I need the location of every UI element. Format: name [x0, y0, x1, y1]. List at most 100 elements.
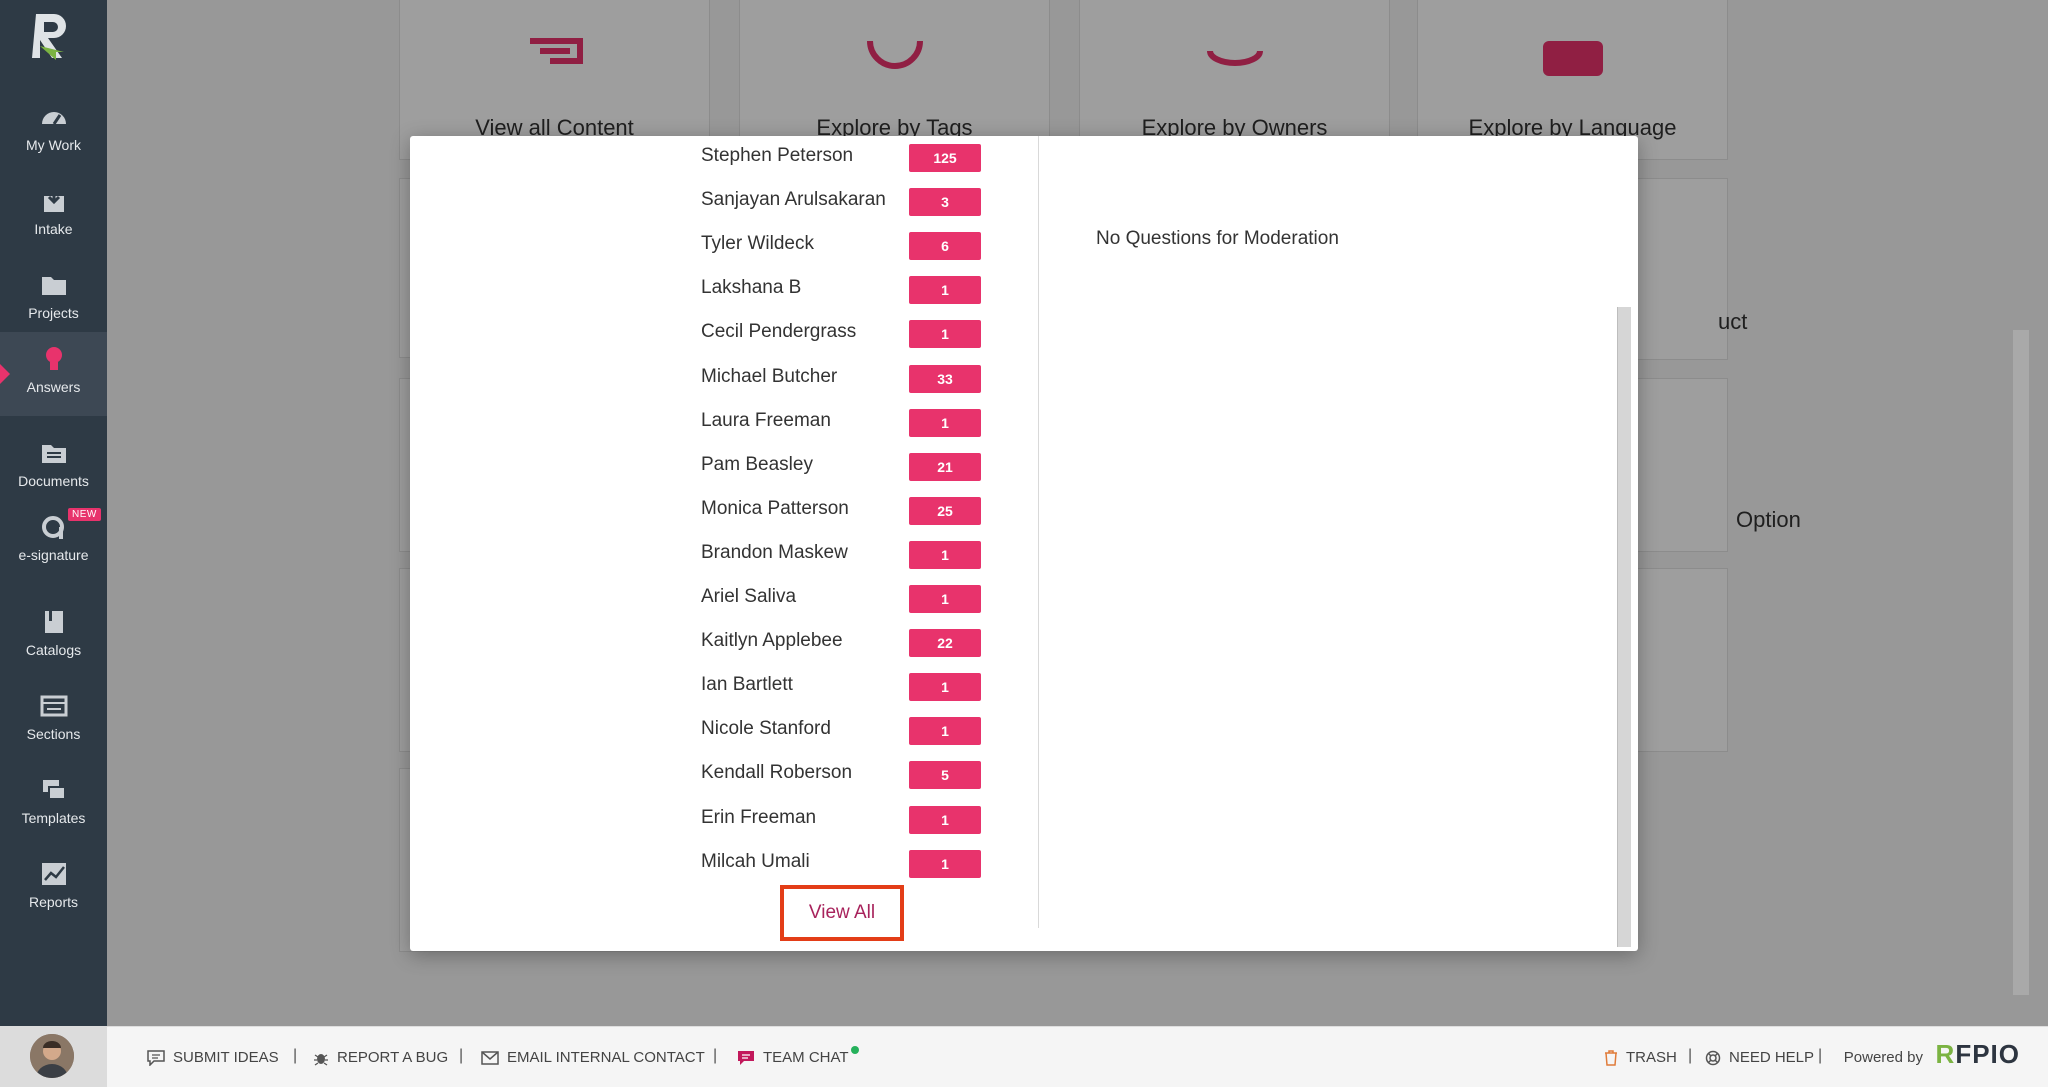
sidebar-item-label: Answers	[26, 379, 81, 395]
documents-folder-icon	[41, 445, 66, 463]
owner-name: Michael Butcher	[701, 365, 838, 387]
lightbulb-icon	[45, 347, 62, 370]
owner-row[interactable]: Sanjayan Arulsakaran 3	[701, 185, 1001, 217]
owner-count-badge[interactable]: 1	[909, 320, 981, 349]
owner-count-badge[interactable]: 1	[909, 805, 981, 834]
footer-separator: |	[1818, 1047, 1823, 1064]
owner-count-badge[interactable]: 3	[909, 188, 981, 217]
owner-count-badge[interactable]: 1	[909, 540, 981, 569]
help-lifebuoy-icon	[1705, 1050, 1721, 1065]
owner-count-badge[interactable]: 6	[909, 232, 981, 261]
need-help-label: NEED HELP	[1729, 1049, 1815, 1066]
projects-folder-icon	[41, 277, 66, 295]
new-badge: NEW	[68, 508, 101, 521]
sidebar-item-label: Sections	[26, 726, 81, 742]
sidebar-item-projects[interactable]: Projects	[0, 258, 107, 342]
sidebar-item-documents[interactable]: Documents	[0, 426, 107, 510]
report-bug-label: REPORT A BUG	[337, 1049, 449, 1066]
sidebar-item-label: Intake	[34, 221, 73, 237]
sidebar-item-answers[interactable]: Answers	[0, 332, 107, 416]
owner-count-badge[interactable]: 5	[909, 761, 981, 790]
chat-bubble-icon	[147, 1049, 165, 1066]
owner-name: Nicole Stanford	[701, 718, 831, 740]
owner-name: Sanjayan Arulsakaran	[701, 189, 886, 211]
owner-name: Laura Freeman	[701, 409, 831, 431]
explore-by-owners-modal: Stephen Peterson 125 Sanjayan Arulsakaran 3…	[410, 136, 1638, 951]
dashboard-icon	[41, 112, 66, 125]
owner-name: Ariel Saliva	[701, 586, 797, 607]
team-chat-link[interactable]: TEAM CHAT	[737, 1045, 865, 1066]
owner-row[interactable]: Kendall Roberson 5	[701, 758, 1001, 790]
owner-row[interactable]: Michael Butcher 33	[701, 362, 1001, 393]
sidebar-item-label: Projects	[28, 305, 79, 321]
owner-row[interactable]: Kaitlyn Applebee 22	[701, 626, 1001, 658]
owner-name: Tyler Wildeck	[701, 233, 814, 255]
owner-row[interactable]: Erin Freeman 1	[701, 803, 1001, 834]
catalogs-icon	[44, 611, 63, 633]
avatar-icon	[30, 1034, 74, 1078]
owner-count-badge[interactable]: 1	[909, 408, 981, 437]
page-scrollbar[interactable]	[2013, 330, 2029, 995]
sidebar-item-catalogs[interactable]: Catalogs	[0, 595, 107, 679]
owner-row[interactable]: Pam Beasley 21	[701, 450, 1001, 481]
submit-ideas-link[interactable]: SUBMIT IDEAS	[147, 1049, 279, 1066]
sidebar-item-label: Reports	[28, 894, 79, 910]
trash-link[interactable]: TRASH	[1604, 1049, 1677, 1066]
owner-name: Brandon Maskew	[701, 541, 848, 563]
sidebar-item-label: Documents	[18, 473, 89, 489]
owner-row[interactable]: Ian Bartlett 1	[701, 670, 1001, 702]
owner-row[interactable]: Stephen Peterson 125	[701, 141, 1001, 172]
owner-count-badge[interactable]: 22	[909, 629, 981, 658]
owner-row[interactable]: Laura Freeman 1	[701, 406, 1001, 437]
user-avatar[interactable]	[30, 1034, 74, 1078]
owner-row[interactable]: Nicole Stanford 1	[701, 714, 1001, 746]
owner-name: Monica Patterson	[701, 497, 849, 519]
sections-icon	[40, 695, 67, 717]
sidebar-item-intake[interactable]: Intake	[0, 174, 107, 258]
modal-scrollbar[interactable]	[1617, 307, 1631, 947]
owner-count-badge[interactable]: 1	[909, 849, 981, 878]
footer-separator: |	[293, 1047, 298, 1064]
powered-by-label: Powered by	[1843, 1049, 1923, 1066]
envelope-icon	[481, 1050, 499, 1065]
owner-count-badge[interactable]: 1	[909, 717, 981, 746]
owner-row[interactable]: Brandon Maskew 1	[701, 538, 1001, 569]
esignature-icon	[41, 516, 64, 539]
owner-count-badge[interactable]: 1	[909, 673, 981, 702]
need-help-link[interactable]: NEED HELP	[1705, 1049, 1814, 1066]
sidebar-item-my-work[interactable]: My Work	[0, 90, 107, 174]
owner-name: Stephen Peterson	[701, 145, 854, 166]
owner-count-badge[interactable]: 1	[909, 276, 981, 305]
sidebar-item-sections[interactable]: Sections	[0, 679, 107, 763]
owner-row[interactable]: Monica Patterson 25	[701, 494, 1001, 525]
footer-separator: |	[1688, 1047, 1693, 1064]
sidebar-item-templates[interactable]: Templates	[0, 763, 107, 847]
owner-name: Kendall Roberson	[701, 762, 853, 784]
owner-row[interactable]: Cecil Pendergrass 1	[701, 317, 1001, 349]
owner-row[interactable]: Tyler Wildeck 6	[701, 229, 1001, 261]
owner-row[interactable]: Milcah Umali 1	[701, 847, 1001, 878]
trash-icon	[1605, 1049, 1617, 1066]
owner-count-badge[interactable]: 25	[909, 496, 981, 525]
sidebar-item-label: My Work	[26, 137, 81, 153]
footer-separator: |	[459, 1047, 464, 1064]
sidebar-item-label: e-signature	[18, 547, 89, 563]
email-internal-contact-link[interactable]: EMAIL INTERNAL CONTACT	[481, 1049, 705, 1066]
sidebar-item-reports[interactable]: Reports	[0, 847, 107, 931]
report-bug-link[interactable]: REPORT A BUG	[313, 1049, 448, 1066]
owner-count-badge[interactable]: 125	[909, 144, 981, 172]
owner-row[interactable]: Lakshana B 1	[701, 273, 1001, 305]
reports-chart-icon	[41, 863, 66, 885]
online-status-dot	[850, 1045, 859, 1054]
owner-count-badge[interactable]: 33	[909, 364, 981, 393]
owner-count-badge[interactable]: 21	[909, 452, 981, 481]
sidebar-item-e-signature[interactable]: NEW e-signature	[0, 500, 107, 586]
sidebar-item-label: Catalogs	[25, 642, 82, 658]
view-all-button[interactable]: View All	[780, 885, 904, 941]
owner-row[interactable]: Ariel Saliva 1	[701, 582, 1001, 613]
templates-icon	[42, 780, 66, 800]
owner-name: Lakshana B	[701, 277, 802, 299]
owner-name: Pam Beasley	[701, 453, 813, 475]
footer-separator: |	[713, 1047, 718, 1064]
owner-count-badge[interactable]: 1	[909, 585, 981, 613]
